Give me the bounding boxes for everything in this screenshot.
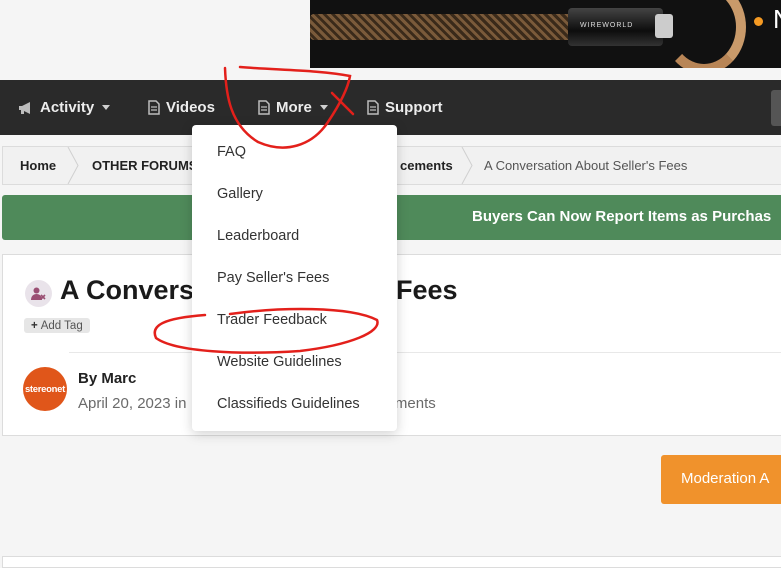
banner-text: N [773, 4, 781, 35]
menu-item-faq[interactable]: FAQ [217, 137, 246, 167]
nav-activity[interactable]: Activity [18, 80, 111, 135]
megaphone-icon [19, 101, 30, 114]
author-prefix: By [78, 370, 102, 387]
breadcrumb-other-forums[interactable]: OTHER FORUMS [92, 147, 197, 184]
moderation-label: Moderation A [681, 470, 770, 487]
more-dropdown-menu: FAQ Gallery Leaderboard Pay Seller's Fee… [192, 125, 397, 431]
nav-support-label: Support [385, 99, 443, 116]
announcement-text: Buyers Can Now Report Items as Purchas [472, 208, 772, 225]
post-container [2, 556, 781, 568]
add-tag-label: Add Tag [40, 319, 83, 332]
chevron-down-icon [319, 105, 328, 110]
breadcrumb-separator [67, 147, 79, 184]
avatar-text: stereonet [24, 383, 66, 395]
avatar[interactable]: stereonet [23, 367, 67, 411]
locked-topic-icon [25, 280, 52, 307]
menu-item-website-guidelines[interactable]: Website Guidelines [217, 347, 342, 377]
cable-image [310, 14, 610, 40]
document-icon [258, 100, 270, 115]
menu-item-leaderboard[interactable]: Leaderboard [217, 221, 299, 251]
banner-ring-graphic [662, 0, 746, 68]
breadcrumb-home[interactable]: Home [20, 147, 56, 184]
nav-more-label: More [276, 99, 312, 116]
banner-ad[interactable]: WIREWORLD N [310, 0, 781, 68]
author-link[interactable]: Marc [101, 370, 136, 387]
author-line: By Marc [78, 370, 136, 387]
nav-activity-label: Activity [40, 99, 95, 116]
nav-videos-label: Videos [166, 99, 215, 116]
divider [69, 352, 781, 353]
banner-dot [754, 17, 763, 26]
document-icon [367, 100, 379, 115]
chevron-down-icon [102, 105, 111, 110]
moderation-actions-button[interactable]: Moderation A [661, 455, 781, 504]
banner-brand: WIREWORLD [580, 22, 634, 29]
document-icon [148, 100, 160, 115]
post-date-text: April 20, 2023 in [78, 395, 187, 412]
add-tag-button[interactable]: + Add Tag [24, 318, 90, 333]
page-title-left: A Convers [60, 275, 195, 305]
breadcrumb-announcements[interactable]: cements [400, 147, 453, 184]
menu-item-pay-sellers-fees[interactable]: Pay Seller's Fees [217, 263, 329, 293]
menu-item-classifieds-guidelines[interactable]: Classifieds Guidelines [217, 389, 360, 419]
menu-item-trader-feedback[interactable]: Trader Feedback [217, 305, 327, 335]
breadcrumb-current: A Conversation About Seller's Fees [484, 158, 688, 173]
nav-search-box[interactable] [771, 90, 781, 126]
plus-icon: + [31, 319, 38, 332]
breadcrumb-separator [461, 147, 473, 184]
menu-item-gallery[interactable]: Gallery [217, 179, 263, 209]
